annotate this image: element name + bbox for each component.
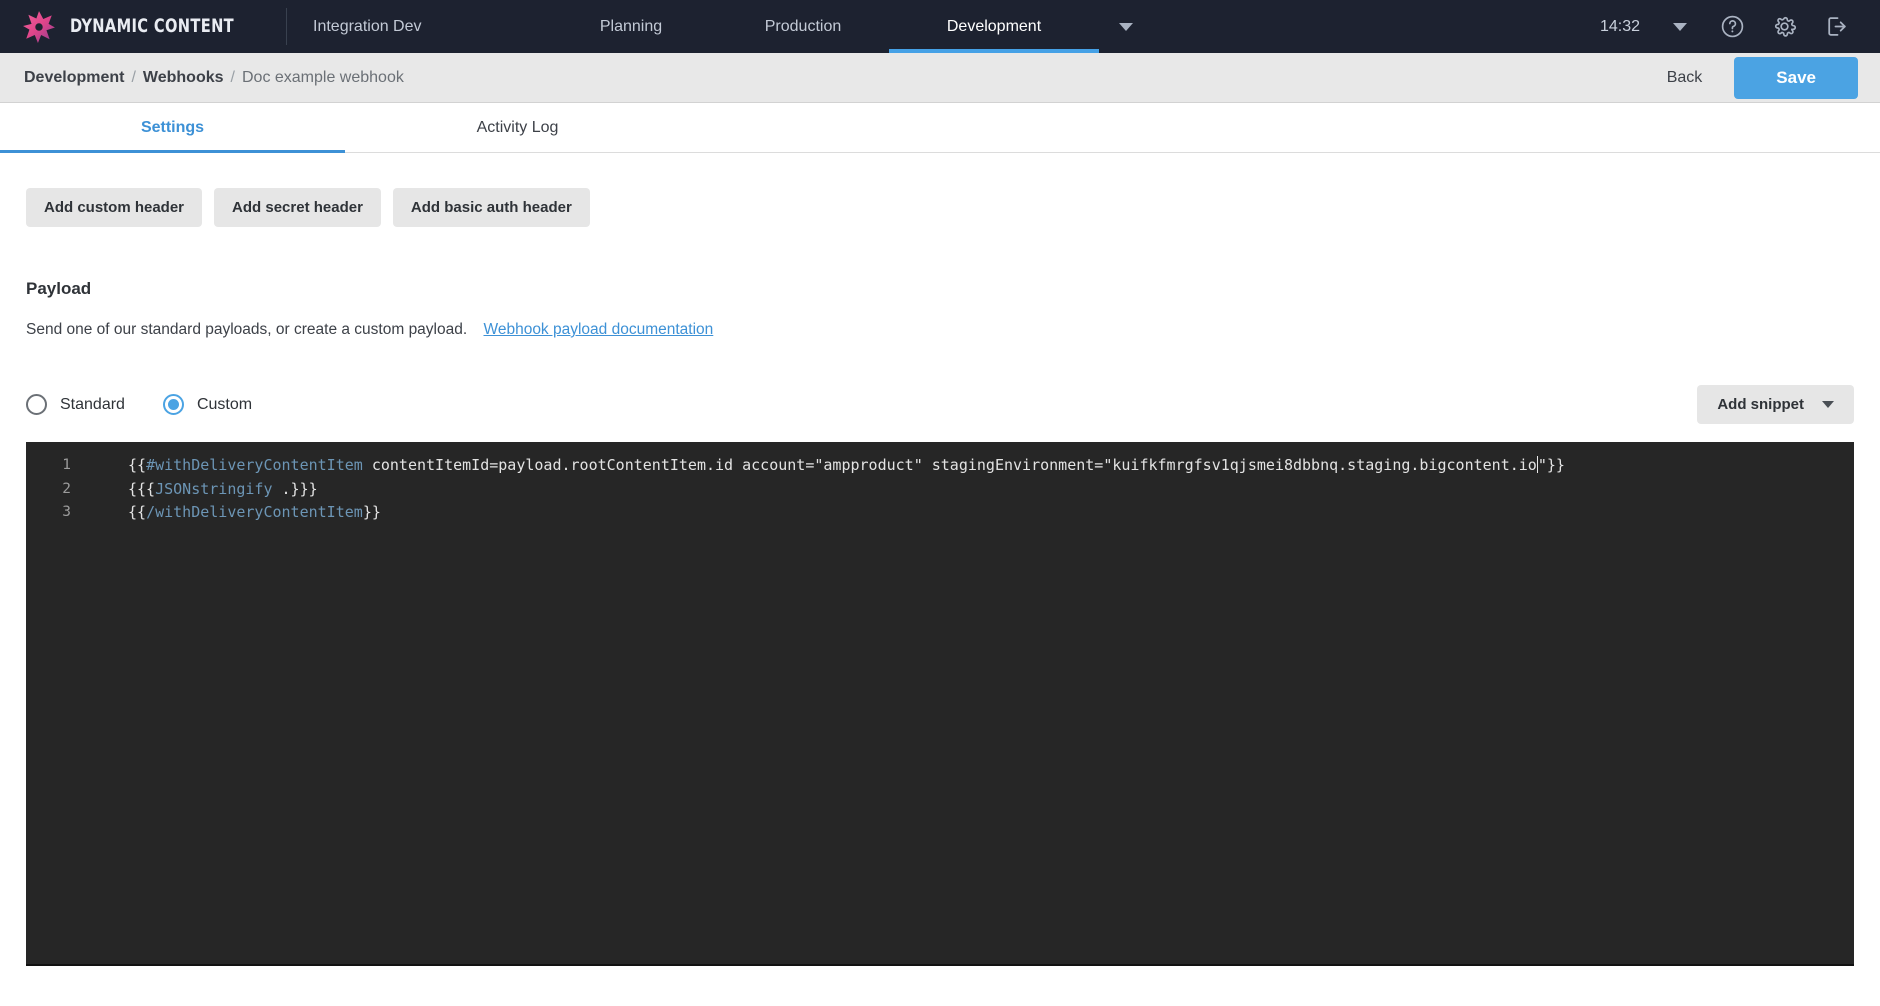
breadcrumb-item-development[interactable]: Development — [24, 69, 124, 87]
tab-activity-log[interactable]: Activity Log — [345, 103, 690, 152]
main-content: Add custom header Add secret header Add … — [0, 153, 1880, 966]
gear-icon — [1774, 16, 1796, 37]
logout-icon — [1827, 17, 1846, 36]
breadcrumb: Development / Webhooks / Doc example web… — [24, 69, 404, 87]
code-token-helper: /withDeliveryContentItem — [146, 503, 363, 521]
code-token-text: {{{ — [128, 479, 156, 498]
add-basic-auth-header-button[interactable]: Add basic auth header — [392, 188, 590, 227]
radio-selected-dot — [167, 399, 179, 410]
breadcrumb-separator: / — [131, 68, 136, 86]
payload-section-title: Payload — [26, 279, 92, 298]
payload-description-text: Send one of our standard payloads, or cr… — [26, 321, 468, 338]
primary-nav: Integration Dev Planning Production Deve… — [287, 0, 1586, 53]
line-number: 3 — [62, 504, 71, 520]
add-snippet-button[interactable]: Add snippet — [1697, 385, 1854, 424]
editor-code-line: {{{JSONstringify .}}} — [128, 478, 1854, 502]
line-number: 1 — [62, 457, 71, 473]
code-token-text: .}}} — [272, 479, 318, 498]
nav-item-development[interactable]: Development — [889, 0, 1099, 53]
radio-option-label: Standard — [60, 395, 125, 413]
nav-item-label: Development — [946, 17, 1042, 35]
breadcrumb-separator: / — [230, 68, 235, 86]
save-button[interactable]: Save — [1734, 56, 1858, 99]
tab-label: Settings — [140, 118, 205, 136]
nav-item-integration-dev[interactable]: Integration Dev — [287, 0, 545, 53]
webhook-payload-documentation-link[interactable]: Webhook payload documentation — [483, 321, 713, 338]
nav-dropdown-toggle[interactable] — [1099, 0, 1153, 53]
code-token-text: "}} — [1537, 456, 1565, 474]
code-token-text: contentItemId=payload.rootContentItem.id… — [362, 456, 1537, 474]
clock: 14:32 — [1599, 17, 1640, 35]
chevron-down-icon — [1673, 22, 1687, 31]
editor-code-area[interactable]: {{#withDeliveryContentItem contentItemId… — [82, 442, 1854, 964]
add-custom-header-button[interactable]: Add custom header — [26, 188, 203, 227]
starburst-logo-icon — [22, 10, 56, 44]
tab-settings[interactable]: Settings — [0, 103, 345, 153]
brand[interactable]: DYNAMIC CONTENT — [0, 0, 286, 53]
topbar-actions: 14:32 — [1586, 0, 1880, 53]
brand-name: DYNAMIC CONTENT — [70, 16, 235, 37]
code-token-helper: #withDeliveryContentItem — [146, 456, 363, 474]
breadcrumb-bar: Development / Webhooks / Doc example web… — [0, 53, 1880, 103]
radio-custom-icon — [162, 394, 184, 415]
chevron-down-icon — [1119, 22, 1133, 31]
code-token-text: {{ — [128, 456, 147, 474]
code-token-helper: JSONstringify — [155, 479, 273, 498]
tab-bar: Settings Activity Log — [0, 103, 1880, 153]
nav-item-production[interactable]: Production — [717, 0, 889, 53]
code-token-text: {{ — [128, 503, 147, 521]
help-circle-icon — [1721, 15, 1743, 38]
payload-section-description: Send one of our standard payloads, or cr… — [26, 321, 1854, 339]
editor-vertical-scrollbar[interactable] — [1846, 442, 1854, 964]
editor-code-line: {{#withDeliveryContentItem contentItemId… — [128, 454, 1854, 478]
breadcrumb-item-webhooks[interactable]: Webhooks — [143, 69, 224, 87]
radio-standard-icon — [26, 394, 47, 415]
editor-line-numbers: 1 2 3 — [26, 442, 82, 964]
nav-item-label: Production — [764, 17, 842, 35]
nav-item-label: Planning — [599, 17, 663, 35]
breadcrumb-current: Doc example webhook — [241, 68, 404, 86]
radio-option-label: Custom — [196, 395, 253, 413]
add-secret-header-button[interactable]: Add secret header — [214, 188, 381, 227]
radio-option-standard[interactable]: Standard — [26, 394, 125, 415]
add-snippet-label: Add snippet — [1717, 396, 1804, 413]
nav-item-label: Integration Dev — [313, 17, 422, 35]
payload-code-editor[interactable]: 1 2 3 {{#withDeliveryContentItem content… — [26, 442, 1854, 966]
settings-button[interactable] — [1758, 0, 1810, 53]
editor-code-line: {{/withDeliveryContentItem}} — [128, 501, 1854, 525]
payload-type-radio-group: Standard Custom Add snippet — [26, 385, 1854, 424]
logout-button[interactable] — [1810, 0, 1862, 53]
header-buttons-row: Add custom header Add secret header Add … — [26, 153, 1854, 227]
code-token-text: }} — [362, 503, 381, 521]
user-menu-toggle[interactable] — [1654, 0, 1706, 53]
line-number: 2 — [62, 480, 71, 497]
top-navigation-bar: DYNAMIC CONTENT Integration Dev Planning… — [0, 0, 1880, 53]
radio-option-custom[interactable]: Custom — [162, 394, 253, 415]
help-button[interactable] — [1706, 0, 1758, 53]
chevron-down-icon — [1822, 401, 1834, 408]
back-button[interactable]: Back — [1657, 63, 1713, 93]
tab-label: Activity Log — [476, 118, 559, 136]
breadcrumb-actions: Back Save — [1657, 56, 1858, 99]
nav-item-planning[interactable]: Planning — [545, 0, 717, 53]
